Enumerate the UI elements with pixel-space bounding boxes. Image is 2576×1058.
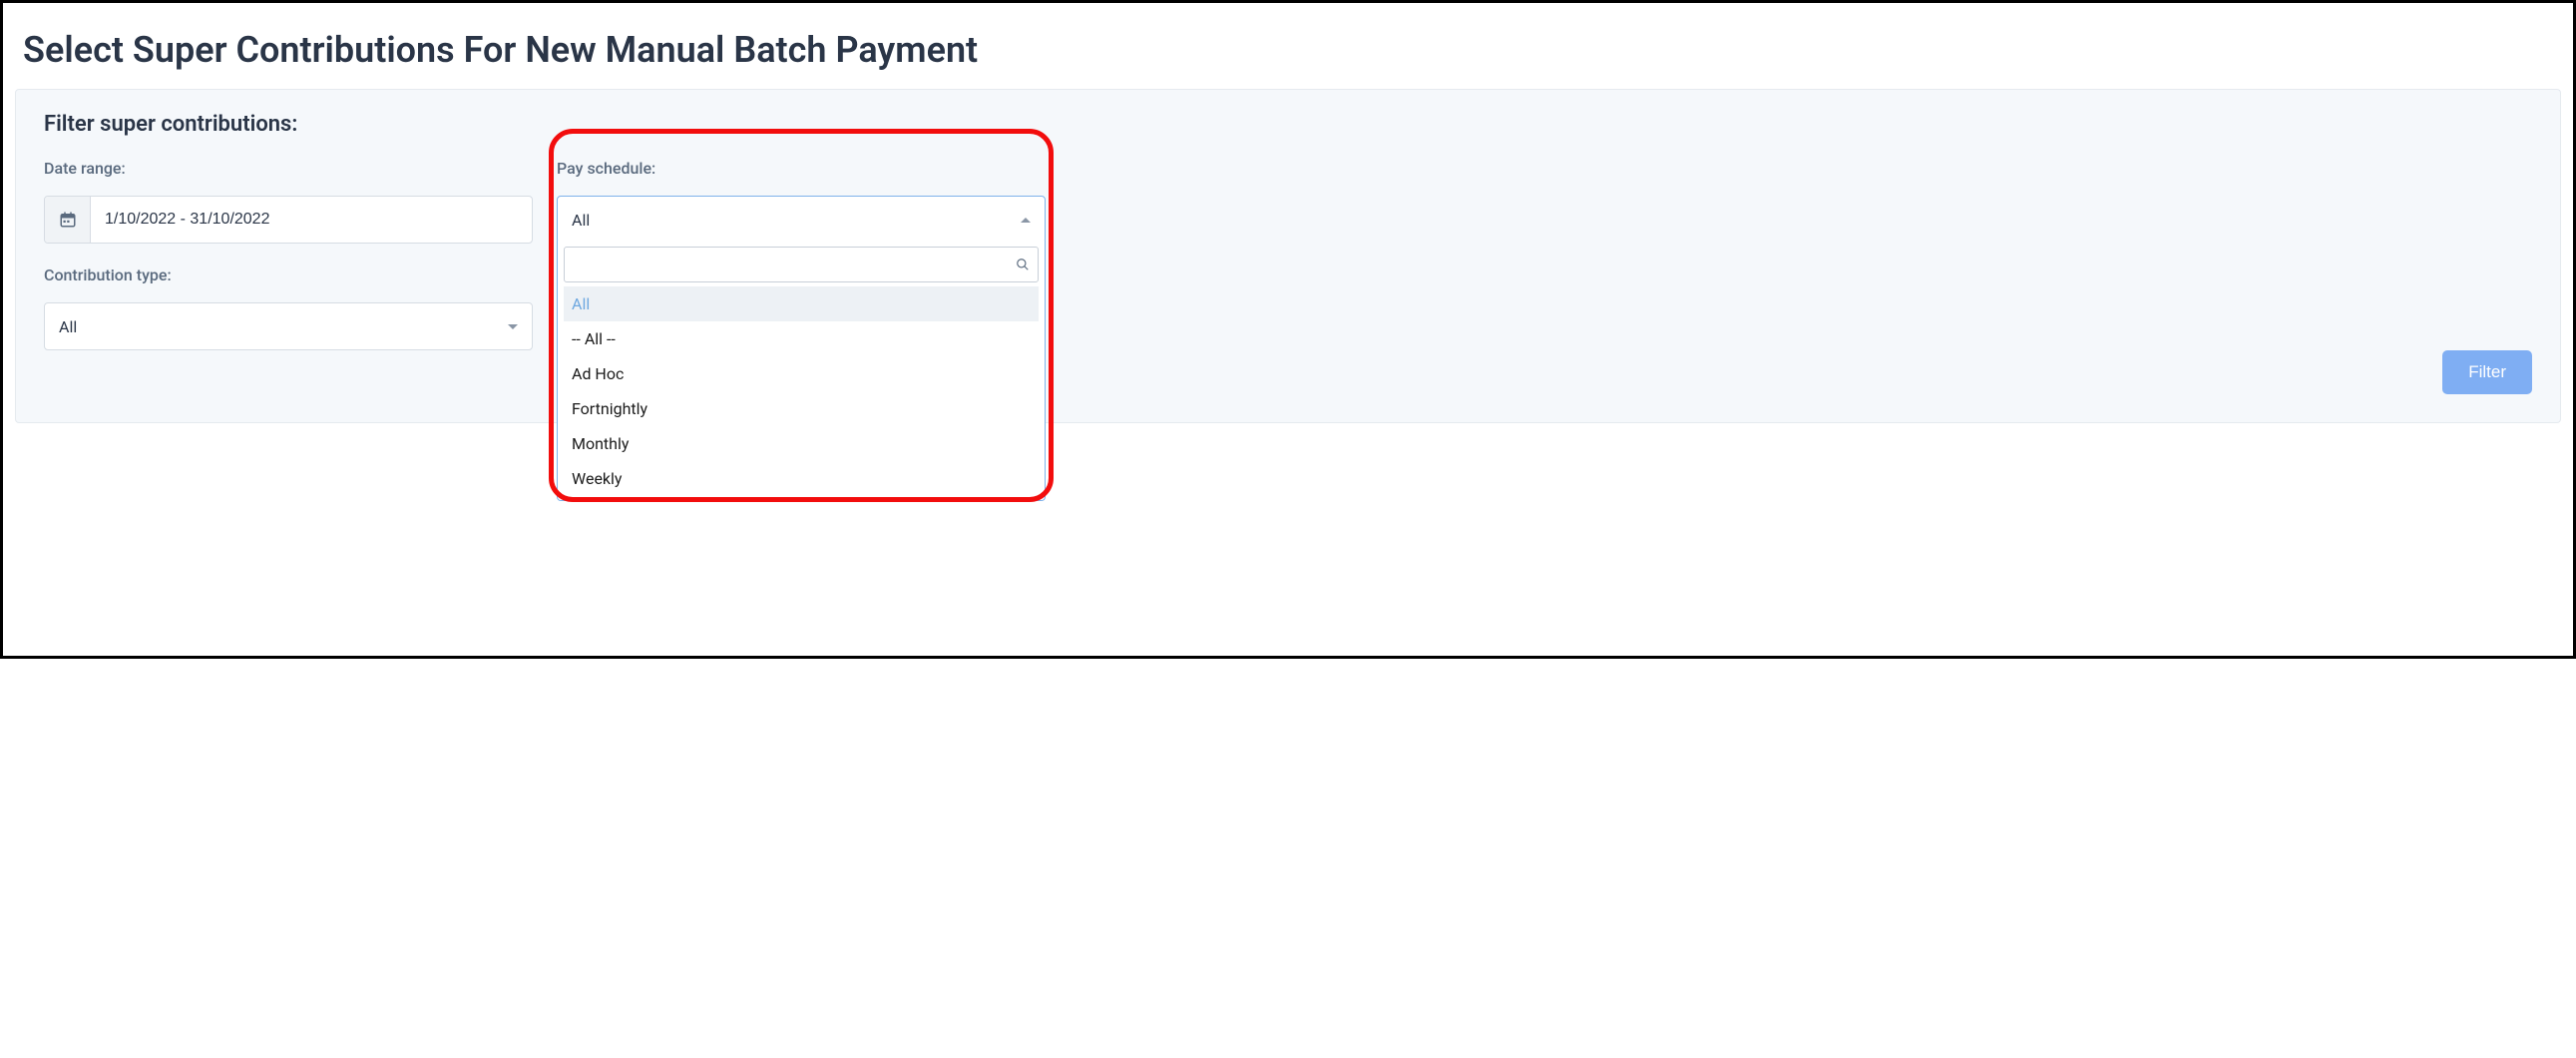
pay-schedule-option[interactable]: Fortnightly (564, 391, 1039, 426)
filter-button[interactable]: Filter (2442, 350, 2532, 394)
contribution-type-select[interactable]: All (44, 302, 533, 350)
filter-panel: Filter super contributions: Date range: (15, 89, 2561, 423)
date-range-label: Date range: (44, 159, 533, 178)
page-title: Select Super Contributions For New Manua… (15, 11, 2561, 89)
pay-schedule-dropdown: All -- All -- Ad Hoc Fortnightly Monthly… (557, 241, 1046, 501)
filter-heading: Filter super contributions: (44, 112, 2532, 137)
pay-schedule-option[interactable]: Monthly (564, 426, 1039, 461)
search-icon (1016, 258, 1030, 271)
chevron-down-icon (508, 324, 518, 329)
contribution-type-label: Contribution type: (44, 265, 533, 284)
pay-schedule-option[interactable]: -- All -- (564, 321, 1039, 356)
date-range-input-wrap[interactable] (44, 196, 533, 244)
pay-schedule-option[interactable]: All (564, 286, 1039, 321)
contribution-type-value: All (59, 317, 77, 336)
date-range-input[interactable] (91, 197, 532, 243)
pay-schedule-select[interactable]: All (557, 196, 1046, 244)
calendar-icon[interactable] (45, 197, 91, 243)
pay-schedule-option[interactable]: Weekly (564, 461, 1039, 496)
pay-schedule-search[interactable] (564, 247, 1039, 282)
pay-schedule-label: Pay schedule: (557, 159, 1046, 178)
pay-schedule-value: All (572, 211, 590, 230)
pay-schedule-option[interactable]: Ad Hoc (564, 356, 1039, 391)
pay-schedule-search-input[interactable] (573, 257, 1016, 273)
chevron-up-icon (1021, 218, 1031, 223)
